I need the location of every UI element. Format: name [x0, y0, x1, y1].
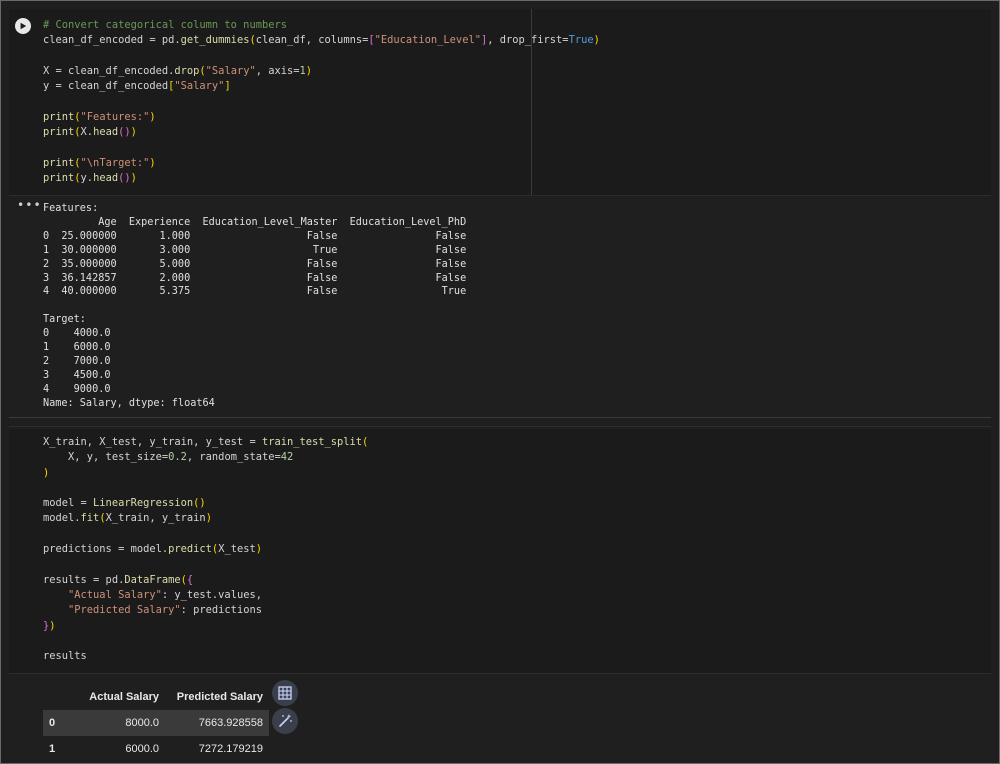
magic-wand-icon [279, 714, 292, 727]
code-cell-2[interactable]: X_train, X_test, y_train, y_test = train… [9, 429, 991, 673]
cell-output-2: Actual Salary Predicted Salary 0 8000.0 … [9, 673, 991, 763]
code-line: print("Features:") [43, 110, 156, 123]
play-icon [20, 22, 27, 30]
output-menu-icon[interactable]: ••• [17, 198, 42, 212]
actual-cell: 8000.0 [73, 710, 165, 736]
code-line: results = pd.DataFrame({ [43, 573, 194, 586]
notebook-frame: # Convert categorical column to numbers … [0, 0, 1000, 764]
code-line: model.fit(X_train, y_train) [43, 512, 212, 525]
table-row: 1 6000.0 7272.179219 [43, 736, 269, 762]
table-header-row: Actual Salary Predicted Salary [43, 684, 269, 710]
code-editor-1[interactable]: # Convert categorical column to numbers … [43, 18, 600, 186]
stdout-text: Features: Age Experience Education_Level… [43, 203, 467, 409]
code-line: X = clean_df_encoded.drop("Salary", axis… [43, 64, 313, 77]
code-line: results [43, 650, 87, 663]
suggest-plot-button[interactable] [272, 708, 298, 734]
predicted-cell: 7272.179219 [198, 743, 263, 755]
code-line: clean_df_encoded = pd.get_dummies(clean_… [43, 34, 600, 47]
row-index: 0 [43, 710, 73, 736]
code-line: print(y.head()) [43, 171, 137, 184]
column-header-actual: Actual Salary [89, 691, 159, 703]
code-cell-1[interactable]: # Convert categorical column to numbers … [9, 9, 991, 195]
run-cell-button[interactable] [15, 18, 31, 34]
table-row: 0 8000.0 7663.928558 [43, 710, 269, 736]
code-line: y = clean_df_encoded["Salary"] [43, 80, 231, 93]
column-header-predicted: Predicted Salary [176, 691, 263, 703]
predicted-cell: 7663.928558 [165, 710, 269, 736]
code-line: X, y, test_size=0.2, random_state=42 [43, 451, 294, 464]
code-line: predictions = model.predict(X_test) [43, 543, 262, 556]
convert-to-table-button[interactable] [272, 680, 298, 706]
ruler-line [531, 9, 532, 195]
code-line: # Convert categorical column to numbers [43, 19, 287, 31]
code-line: model = LinearRegression() [43, 497, 206, 510]
code-line: X_train, X_test, y_train, y_test = train… [43, 436, 369, 448]
cell-output-1: ••• Features: Age Experience Education_L… [9, 195, 991, 418]
table-icon [278, 686, 292, 700]
code-line: print("\nTarget:") [43, 156, 156, 169]
dataframe-table: Actual Salary Predicted Salary 0 8000.0 … [43, 684, 269, 762]
code-line: "Actual Salary": y_test.values, [68, 588, 262, 601]
code-line: "Predicted Salary": predictions [68, 604, 262, 617]
cell-divider [9, 417, 991, 418]
row-index: 1 [49, 743, 56, 755]
code-editor-2[interactable]: X_train, X_test, y_train, y_test = train… [43, 435, 368, 664]
code-line: print(X.head()) [43, 126, 137, 139]
actual-cell: 6000.0 [125, 743, 159, 755]
index-header [43, 684, 73, 710]
code-line: }) [43, 619, 56, 632]
code-line: ) [43, 466, 50, 479]
cell-divider [9, 426, 991, 427]
